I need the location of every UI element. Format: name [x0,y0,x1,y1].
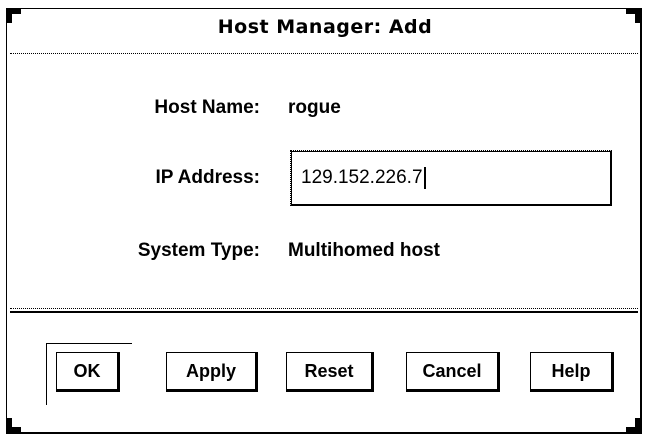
system-type-label: System Type: [137,240,260,261]
cancel-button[interactable]: Cancel [406,352,500,392]
resize-handle-bottom-right[interactable] [626,418,640,432]
help-button[interactable]: Help [530,352,614,392]
host-name-value: rogue [288,97,341,118]
button-area-divider-dotted [10,308,638,309]
reset-button[interactable]: Reset [286,352,374,392]
ip-address-field-bevel [291,151,610,204]
apply-button[interactable]: Apply [166,352,258,392]
title-divider [10,53,638,54]
system-type-value: Multihomed host [288,240,440,261]
ip-address-label: IP Address: [155,167,260,188]
ok-button[interactable]: OK [56,352,120,392]
dialog-title: Host Manager: Add [217,16,433,38]
host-name-label: Host Name: [154,97,260,118]
button-area-divider [10,311,638,313]
host-manager-add-dialog: Host Manager: Add Host Name: rogue IP Ad… [0,0,650,439]
ip-address-field[interactable]: 129.152.226.7 [290,150,612,206]
resize-handle-bottom-left[interactable] [7,418,21,432]
